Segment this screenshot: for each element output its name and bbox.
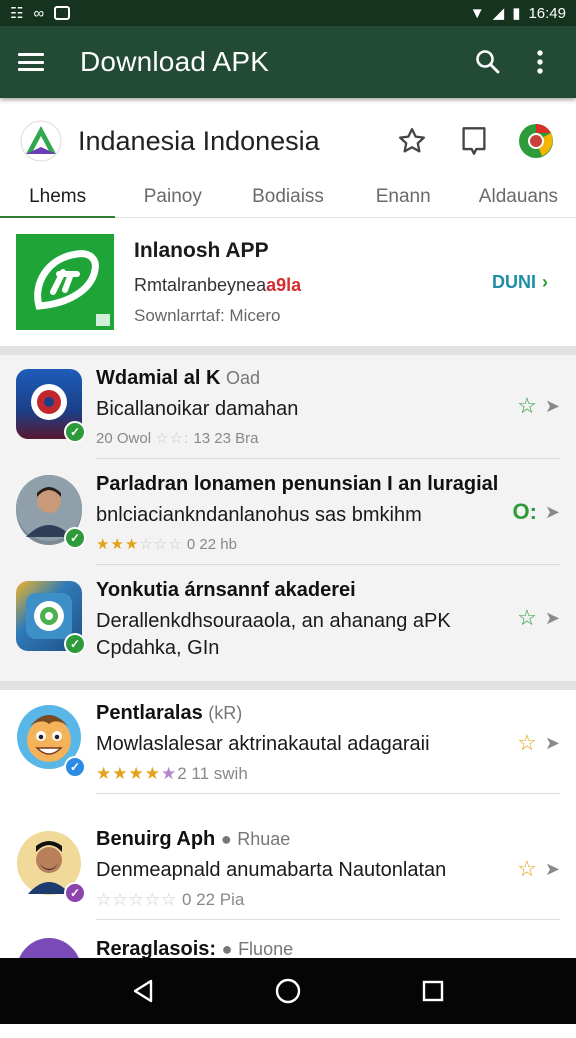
featured-subtitle-highlight: a9la [266,274,302,295]
rating-stars: ☆☆: [155,430,190,447]
signal-icon: ◢ [492,5,505,22]
chevron-right-icon: › [542,271,548,292]
cartoon-face-avatar: ✓ [16,704,86,778]
item-tag: Fluone [238,939,294,959]
share-icon[interactable]: ➤ [545,859,560,880]
status-ring-icon[interactable]: O: [512,499,536,525]
item-description: bnlciaciankndanlanohus sas bmkihm [96,504,422,526]
featured-app-subtitle: Rmtalranbeyneaa9la [134,274,302,295]
featured-app-meta: Sownlarrtaf: Micero [134,305,281,325]
page-title: Indanesia Indonesia [78,125,320,156]
camera-app-icon: ✓ [16,369,86,443]
section-divider [0,681,576,690]
android-app-icon: ✓ [16,581,86,655]
featured-app-name: Inlanosh APP [134,238,269,262]
item-tag: (kR) [208,703,243,723]
verified-badge-icon: ✓ [64,421,86,443]
status-left-icons: ☷ ∞ [10,4,71,22]
infinity-icon: ∞ [33,4,45,22]
system-nav-bar [0,958,576,1024]
app-title: Download APK [80,46,270,77]
hamburger-menu-icon[interactable] [16,50,46,74]
chrome-icon[interactable] [516,121,556,161]
verified-badge-icon: ✓ [64,527,86,549]
verified-badge-icon: ✓ [64,633,86,655]
item-description: Mowlaslalesar aktrinakautal adagaraii [96,733,430,755]
list-item[interactable]: ✓ Benuirg Aph ● Rhuae Denmeapnald anumab… [0,816,576,920]
wifi-icon: ▼ [469,4,485,22]
item-title: Yonkutia árnsannf akaderei [96,579,356,601]
verified-badge-icon: ✓ [64,882,86,904]
section-divider [0,346,576,355]
featured-app[interactable]: Inlanosh APP Rmtalranbeyneaa9la Sownlarr… [0,218,576,346]
share-icon[interactable]: ➤ [545,608,560,629]
item-description: Derallenkdhsouraaola, an ahanang aPK [96,610,451,632]
recents-icon[interactable] [409,967,457,1015]
overflow-menu-icon[interactable] [520,42,560,82]
star-outline-icon[interactable] [392,121,432,161]
status-right-icons: ▼ ◢ ▮ 16:49 [469,4,566,23]
item-tag: Oad [226,368,261,388]
share-icon[interactable]: ➤ [545,502,560,523]
app-list-section-2: ✓ Pentlaralas (kR) Mowlaslalesar aktrina… [0,690,576,1008]
bookmark-icon[interactable] [454,121,494,161]
person-portrait-avatar: ✓ [16,830,86,904]
share-icon[interactable]: ➤ [545,733,560,754]
item-title: Wdamial al K [96,367,221,389]
item-title: Reraglasois: [96,938,217,960]
tab-aldauans[interactable]: Aldauans [461,184,576,218]
item-tag: Rhuae [237,829,291,849]
item-meta: ★★★☆☆☆ 0 22 hb [96,536,237,553]
verified-badge-icon: ✓ [64,756,86,778]
search-icon[interactable] [468,42,508,82]
tab-bodiaiss[interactable]: Bodiaiss [230,184,345,218]
favorite-star-icon[interactable]: ☆ [517,605,537,631]
tab-painoy[interactable]: Painoy [115,184,230,218]
rating-stars: ★★★★★ [96,764,178,783]
app-list-section-1: ✓ Wdamial al K Oad Bicallanoikar damahan… [0,355,576,681]
item-description-line2: Cpdahka, GIn [96,637,220,659]
list-item[interactable]: ✓ Wdamial al K Oad Bicallanoikar damahan… [0,355,576,459]
share-icon[interactable]: ➤ [545,396,560,417]
rating-stars: ★★★☆☆☆ [96,536,183,553]
app-bar: Download APK [0,26,576,98]
item-title: Benuirg Aph [96,828,216,850]
item-meta: ★★★★★2 11 swih [96,764,248,783]
notification-icon [54,6,71,20]
list-item[interactable]: ✓ Pentlaralas (kR) Mowlaslalesar aktrina… [0,690,576,794]
tab-enann[interactable]: Enann [346,184,461,218]
home-icon[interactable] [264,967,312,1015]
tab-lhems[interactable]: Lhems [0,184,116,219]
featured-action-label: DUNI [492,271,536,292]
app-logo-icon [20,120,62,162]
status-bar: ☷ ∞ ▼ ◢ ▮ 16:49 [0,0,576,26]
favorite-star-icon[interactable]: ☆ [517,730,537,756]
favorite-star-icon[interactable]: ☆ [517,393,537,419]
item-meta: 20 Owol ☆☆: 13 23 Bra [96,430,259,447]
clock-time: 16:49 [528,4,566,22]
grid-icon: ☷ [10,5,24,22]
favorite-star-icon[interactable]: ☆ [517,856,537,882]
person-photo-avatar: ✓ [16,475,86,549]
tab-bar: Lhems Painoy Bodiaiss Enann Aldauans [0,184,576,219]
battery-icon: ▮ [512,5,521,22]
featured-action-button[interactable]: DUNI › [492,272,548,293]
page-header: Indanesia Indonesia Lhems Painoy Bodiais… [0,98,576,219]
rating-stars: ☆☆☆☆☆ [96,890,178,909]
item-meta: ☆☆☆☆☆ 0 22 Pia [96,890,245,909]
item-description: Denmeapnald anumabarta Nautonlatan [96,859,447,881]
item-description: Bicallanoikar damahan [96,398,299,420]
item-title: Pentlaralas [96,702,203,724]
item-title: Parladran lonamen penunsian I an luragia… [96,473,499,495]
list-item[interactable]: ✓ Yonkutia árnsannf akaderei Derallenkdh… [0,567,576,671]
featured-app-icon [16,234,114,330]
list-item[interactable]: ✓ Parladran lonamen penunsian I an lurag… [0,461,576,565]
back-icon[interactable] [119,967,167,1015]
